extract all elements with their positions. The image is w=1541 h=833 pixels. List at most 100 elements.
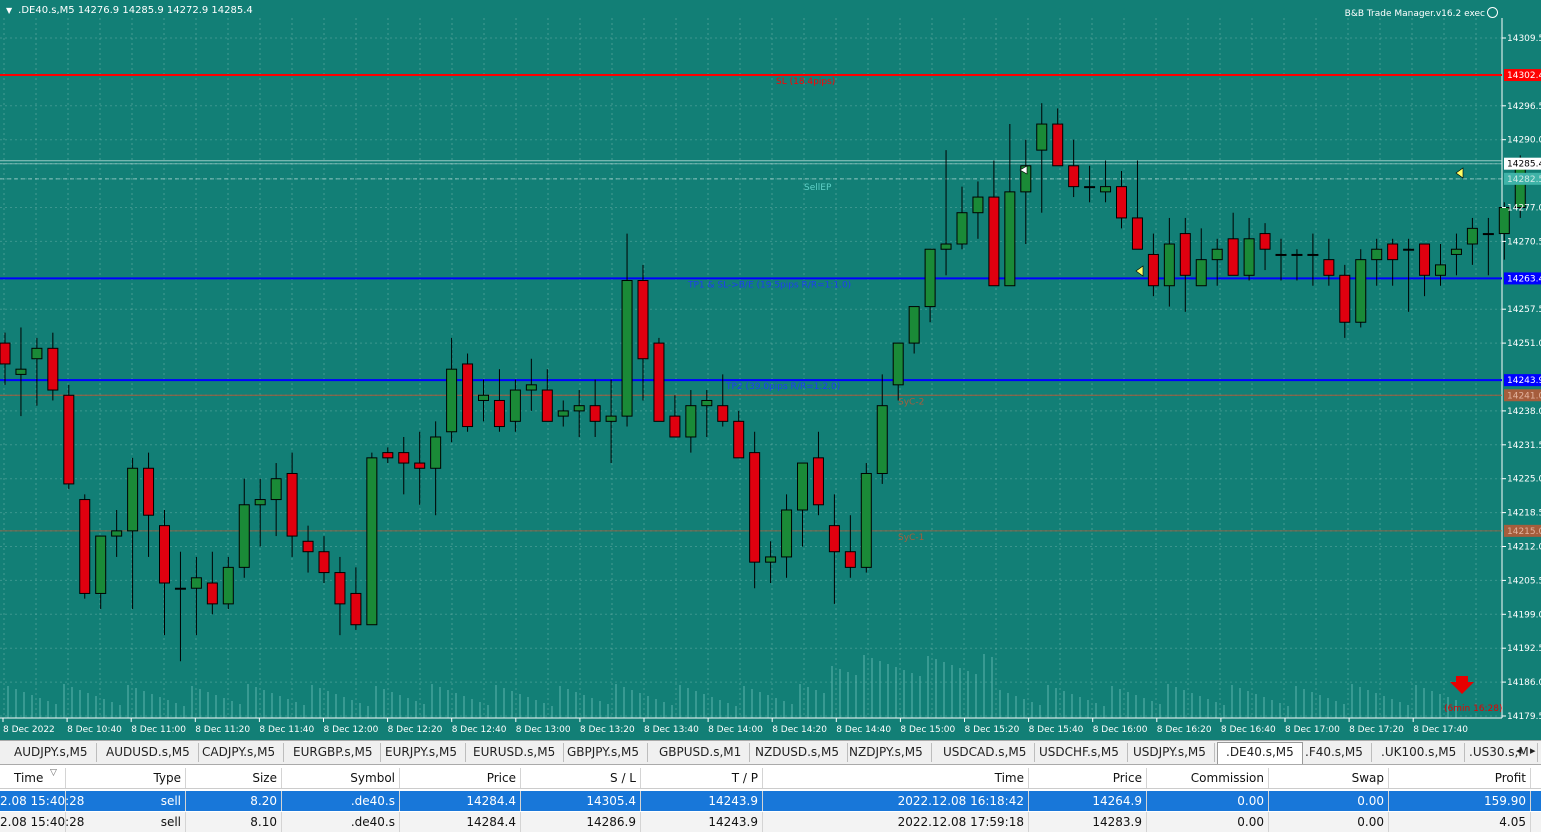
cell-swap: 0.00	[1269, 791, 1389, 811]
bear-candle	[1227, 238, 1239, 276]
bear-candle	[1068, 165, 1080, 188]
bear-candle	[988, 196, 1000, 287]
tab-nzdjpy-s-m5[interactable]: NZDJPY.s,M5	[841, 743, 932, 762]
price-axis-label: 14277.0	[1507, 204, 1541, 214]
bear-candle	[414, 462, 426, 469]
price-axis-label: 14270.5	[1507, 237, 1541, 247]
tab-eurjpy-s-m5[interactable]: EURJPY.s,M5	[377, 743, 466, 762]
cell-take-profit: 14243.9	[641, 791, 763, 811]
column-header-open-price[interactable]: Price	[400, 768, 521, 788]
syc2-label: SyC-2	[898, 397, 924, 407]
chart-canvas[interactable]: SL (18.4pips) SellEP TP1 & SL->B/E (19.5pi…	[0, 0, 1541, 740]
syc1-label: SyC-1	[898, 533, 924, 543]
bear-candle	[1147, 253, 1159, 287]
column-header-close-time[interactable]: Time	[763, 768, 1029, 788]
table-row[interactable]: 2.08 15:40:28 sell 8.20 .de40.s 14284.4 14305…	[0, 791, 1541, 811]
sl-label: SL (18.4pips)	[776, 77, 835, 87]
tab-audjpy-s-m5[interactable]: AUDJPY.s,M5	[6, 743, 97, 762]
price-chart[interactable]: SL (18.4pips) SellEP TP1 & SL->B/E (19.5pi…	[0, 0, 1541, 740]
tab-scroll-left-icon[interactable]: ◂	[1516, 744, 1522, 757]
tab-scroll-right-icon[interactable]: ▸	[1530, 744, 1536, 757]
column-header-symbol[interactable]: Symbol	[282, 768, 400, 788]
price-axis-label: 14309.5	[1507, 34, 1541, 44]
bull-candle	[1275, 253, 1287, 256]
bull-candle	[1036, 123, 1048, 151]
tab-audusd-s-m5[interactable]: AUDUSD.s,M5	[98, 743, 199, 762]
tab-eurusd-s-m5[interactable]: EURUSD.s,M5	[465, 743, 565, 762]
table-header[interactable]: Time ▽ Type Size Symbol Price S / LT / P Time Pr…	[0, 768, 1541, 789]
bull-candle	[605, 415, 617, 422]
bull-candle	[1482, 233, 1494, 236]
tab-usdcad-s-m5[interactable]: USDCAD.s,M5	[935, 743, 1036, 762]
bull-candle	[31, 347, 43, 360]
tab-usdchf-s-m5[interactable]: USDCHF.s,M5	[1031, 743, 1128, 762]
tab-de40-s-m5[interactable]: .DE40.s,M5	[1217, 742, 1303, 764]
bear-candle	[733, 420, 745, 459]
time-axis-label: 8 Dec 13:40	[644, 725, 699, 735]
bear-candle	[637, 280, 649, 360]
bull-candle	[1403, 248, 1415, 251]
column-header-type[interactable]: Type	[66, 768, 186, 788]
column-header-close-price[interactable]: Price	[1029, 768, 1147, 788]
column-header-commission[interactable]: Commission	[1147, 768, 1269, 788]
bear-candle	[79, 499, 91, 594]
bear-candle	[1052, 123, 1064, 167]
time-axis-label: 8 Dec 12:20	[388, 725, 443, 735]
bear-candle	[1259, 233, 1271, 250]
bear-candle	[302, 540, 314, 553]
bear-candle	[1387, 243, 1399, 261]
bear-candle	[0, 342, 11, 365]
time-axis-label: 8 Dec 17:00	[1285, 725, 1340, 735]
bull-candle	[924, 248, 936, 308]
bull-candle	[254, 499, 266, 506]
price-axis-label: 14186.0	[1507, 678, 1541, 688]
column-header-swap[interactable]: Swap	[1269, 768, 1389, 788]
bull-candle	[509, 389, 521, 422]
price-axis-label: 14218.5	[1507, 509, 1541, 519]
bull-candle	[127, 467, 139, 532]
column-header-size[interactable]: Size	[186, 768, 282, 788]
price-axis-label: 14238.0	[1507, 407, 1541, 417]
bear-candle	[382, 452, 394, 459]
tab-usdjpy-s-m5[interactable]: USDJPY.s,M5	[1125, 743, 1215, 762]
tab-nzdusd-s-m5[interactable]: NZDUSD.s,M5	[747, 743, 848, 762]
tab-cadjpy-s-m5[interactable]: CADJPY.s,M5	[194, 743, 285, 762]
cell-type: sell	[66, 812, 186, 832]
table-row[interactable]: 2.08 15:40:28 sell 8.10 .de40.s 14284.4 14286…	[0, 812, 1541, 832]
tab-eurgbp-s-m5[interactable]: EURGBP.s,M5	[285, 743, 382, 762]
tab-us30-s-m[interactable]: .US30.s,M	[1461, 743, 1538, 762]
cell-size: 8.20	[186, 791, 282, 811]
collapse-triangle-icon[interactable]: ▼	[6, 6, 12, 15]
bear-candle	[812, 457, 824, 506]
bull-candle	[892, 342, 904, 386]
tab-gbpjpy-s-m5[interactable]: GBPJPY.s,M5	[559, 743, 649, 762]
bull-candle	[908, 306, 920, 344]
trade-close-arrow-icon	[1135, 265, 1144, 277]
bull-candle	[1291, 253, 1303, 256]
tab-f40-s-m5[interactable]: .F40.s,M5	[1297, 743, 1372, 762]
sort-arrow-icon[interactable]: ▽	[50, 768, 57, 778]
tab-uk100-s-m5[interactable]: .UK100.s,M5	[1373, 743, 1466, 762]
price-axis-label: 14225.0	[1507, 475, 1541, 485]
bull-candle	[238, 504, 250, 568]
expert-advisor-label[interactable]: B&B Trade Manager.v16.2 exec	[1345, 7, 1498, 19]
cell-open-price: 14284.4	[400, 791, 521, 811]
bear-candle	[1179, 233, 1191, 276]
bull-candle	[1466, 227, 1478, 245]
tab-gbpusd-s-m1[interactable]: GBPUSD.s,M1	[651, 743, 751, 762]
sellep-label: SellEP	[804, 183, 832, 193]
price-tag-label-tp1: 14263.4	[1507, 274, 1541, 284]
bull-candle	[1195, 259, 1207, 287]
bull-candle	[1211, 248, 1223, 261]
bear-candle	[350, 592, 362, 626]
bull-candle	[1163, 243, 1175, 287]
cell-profit: 4.05	[1389, 812, 1531, 832]
bull-candle	[1355, 259, 1367, 323]
bull-candle	[573, 405, 585, 412]
bull-candle	[876, 405, 888, 474]
bull-candle	[222, 566, 234, 605]
column-header-profit[interactable]: Profit	[1389, 768, 1531, 788]
column-header-stop-loss[interactable]: S / L	[521, 768, 641, 788]
column-header-take-profit[interactable]: T / P	[641, 768, 763, 788]
price-axis-label: 14296.5	[1507, 102, 1541, 112]
